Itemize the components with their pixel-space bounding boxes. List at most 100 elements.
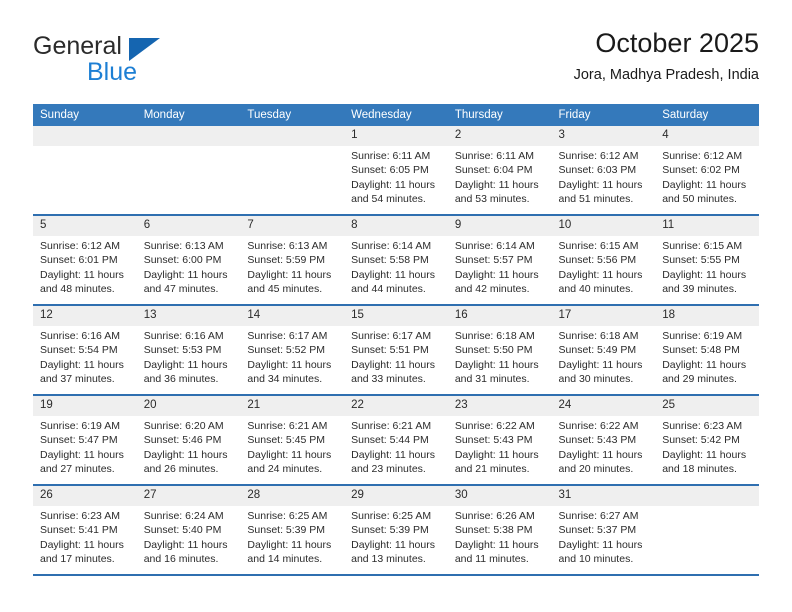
calendar-day-cell[interactable]: 26 Sunrise: 6:23 AM Sunset: 5:41 PM Dayligh…: [33, 485, 137, 576]
calendar-day-cell[interactable]: 19 Sunrise: 6:19 AM Sunset: 5:47 PM Dayligh…: [33, 395, 137, 486]
sunrise-time: Sunrise: 6:19 AM: [40, 420, 120, 432]
calendar-day-cell[interactable]: [240, 126, 345, 216]
daylight-duration-line2: and 24 minutes.: [247, 462, 323, 475]
calendar-day-cell[interactable]: 27 Sunrise: 6:24 AM Sunset: 5:40 PM Dayligh…: [136, 485, 241, 576]
sunset-time: Sunset: 5:56 PM: [558, 254, 637, 267]
day-details: Sunrise: 6:25 AM Sunset: 5:39 PM Daylight:…: [344, 506, 448, 566]
daylight-duration-line1: Daylight: 11 hours: [454, 178, 539, 191]
calendar-day-cell[interactable]: 14 Sunrise: 6:17 AM Sunset: 5:52 PM Dayligh…: [240, 305, 345, 396]
calendar-day-cell[interactable]: [136, 126, 241, 216]
day-details: Sunrise: 6:17 AM Sunset: 5:52 PM Daylight:…: [240, 326, 344, 386]
daylight-duration-line2: and 11 minutes.: [454, 552, 529, 565]
daylight-duration-line1: Daylight: 11 hours: [454, 448, 539, 461]
day-number: 3: [551, 126, 656, 146]
calendar-day-cell[interactable]: [33, 126, 137, 216]
calendar-day-cell[interactable]: 6 Sunrise: 6:13 AM Sunset: 6:00 PM Daylight…: [136, 215, 241, 306]
calendar-day-cell[interactable]: 16 Sunrise: 6:18 AM Sunset: 5:50 PM Dayligh…: [447, 305, 552, 396]
day-number: 24: [551, 396, 656, 416]
calendar-day-cell[interactable]: 10 Sunrise: 6:15 AM Sunset: 5:56 PM Dayligh…: [551, 215, 656, 306]
daylight-duration-line2: and 36 minutes.: [143, 372, 219, 385]
calendar-day-cell[interactable]: 23 Sunrise: 6:22 AM Sunset: 5:43 PM Dayligh…: [447, 395, 552, 486]
daylight-duration-line2: and 16 minutes.: [143, 552, 219, 565]
sunset-time: Sunset: 6:00 PM: [143, 254, 222, 267]
day-number: 10: [551, 216, 656, 236]
sunrise-time: Sunrise: 6:25 AM: [351, 510, 432, 522]
generalblue-logo[interactable]: General Blue: [33, 32, 168, 88]
day-details: Sunrise: 6:18 AM Sunset: 5:50 PM Daylight:…: [448, 326, 552, 386]
sunrise-time: Sunrise: 6:12 AM: [558, 150, 639, 162]
sunrise-time: Sunrise: 6:11 AM: [351, 150, 431, 162]
day-details: Sunrise: 6:21 AM Sunset: 5:45 PM Daylight:…: [240, 416, 344, 476]
day-number: 27: [136, 486, 241, 506]
calendar-day-cell[interactable]: 15 Sunrise: 6:17 AM Sunset: 5:51 PM Dayligh…: [344, 305, 448, 396]
day-details: Sunrise: 6:14 AM Sunset: 5:57 PM Daylight:…: [448, 236, 552, 296]
calendar-day-cell[interactable]: 3 Sunrise: 6:12 AM Sunset: 6:03 PM Daylight…: [551, 126, 656, 216]
daylight-duration-line1: Daylight: 11 hours: [143, 268, 228, 281]
sunrise-time: Sunrise: 6:26 AM: [454, 510, 535, 522]
calendar-day-cell[interactable]: 13 Sunrise: 6:16 AM Sunset: 5:53 PM Dayligh…: [136, 305, 241, 396]
day-number: 6: [136, 216, 241, 236]
day-number: 2: [447, 126, 552, 146]
day-number: [33, 126, 137, 146]
calendar-day-cell[interactable]: 25 Sunrise: 6:23 AM Sunset: 5:42 PM Dayligh…: [655, 395, 759, 486]
sunset-time: Sunset: 6:04 PM: [454, 164, 533, 177]
sunset-time: Sunset: 5:47 PM: [40, 434, 118, 447]
day-number: 4: [655, 126, 759, 146]
calendar-day-cell[interactable]: 9 Sunrise: 6:14 AM Sunset: 5:57 PM Daylight…: [447, 215, 552, 306]
daylight-duration-line2: and 31 minutes.: [454, 372, 530, 385]
calendar-day-cell[interactable]: 22 Sunrise: 6:21 AM Sunset: 5:44 PM Dayligh…: [344, 395, 448, 486]
sunset-time: Sunset: 5:44 PM: [351, 434, 429, 447]
day-details: Sunrise: 6:22 AM Sunset: 5:43 PM Daylight:…: [448, 416, 552, 476]
calendar-day-cell[interactable]: 4 Sunrise: 6:12 AM Sunset: 6:02 PM Daylight…: [655, 126, 759, 216]
calendar-day-cell[interactable]: 11 Sunrise: 6:15 AM Sunset: 5:55 PM Dayligh…: [655, 215, 759, 306]
day-details: Sunrise: 6:27 AM Sunset: 5:37 PM Daylight:…: [552, 506, 656, 566]
daylight-duration-line2: and 27 minutes.: [40, 462, 115, 475]
weekday-header-saturday: Saturday: [655, 104, 759, 126]
calendar-day-cell[interactable]: 17 Sunrise: 6:18 AM Sunset: 5:49 PM Dayligh…: [551, 305, 656, 396]
day-number: [655, 486, 759, 506]
day-details: Sunrise: 6:22 AM Sunset: 5:43 PM Daylight:…: [552, 416, 656, 476]
day-number: 7: [240, 216, 345, 236]
calendar-day-cell[interactable]: 28 Sunrise: 6:25 AM Sunset: 5:39 PM Dayligh…: [240, 485, 345, 576]
day-details: Sunrise: 6:23 AM Sunset: 5:41 PM Daylight:…: [33, 506, 137, 566]
calendar-day-cell[interactable]: 20 Sunrise: 6:20 AM Sunset: 5:46 PM Dayligh…: [136, 395, 241, 486]
sunset-time: Sunset: 6:05 PM: [351, 164, 429, 177]
daylight-duration-line1: Daylight: 11 hours: [454, 358, 539, 371]
daylight-duration-line1: Daylight: 11 hours: [558, 538, 643, 551]
sunrise-time: Sunrise: 6:17 AM: [247, 330, 328, 342]
daylight-duration-line2: and 50 minutes.: [662, 192, 737, 205]
daylight-duration-line2: and 23 minutes.: [351, 462, 426, 475]
calendar-day-cell[interactable]: 31 Sunrise: 6:27 AM Sunset: 5:37 PM Dayligh…: [551, 485, 656, 576]
calendar-day-cell[interactable]: 1 Sunrise: 6:11 AM Sunset: 6:05 PM Daylight…: [344, 126, 448, 216]
daylight-duration-line2: and 42 minutes.: [454, 282, 530, 295]
day-details: Sunrise: 6:17 AM Sunset: 5:51 PM Daylight:…: [344, 326, 448, 386]
day-number: [136, 126, 241, 146]
calendar-day-cell[interactable]: 18 Sunrise: 6:19 AM Sunset: 5:48 PM Dayligh…: [655, 305, 759, 396]
calendar-day-cell[interactable]: 2 Sunrise: 6:11 AM Sunset: 6:04 PM Daylight…: [447, 126, 552, 216]
day-number: 13: [136, 306, 241, 326]
calendar-day-cell[interactable]: 7 Sunrise: 6:13 AM Sunset: 5:59 PM Daylight…: [240, 215, 345, 306]
calendar-day-cell[interactable]: 8 Sunrise: 6:14 AM Sunset: 5:58 PM Daylight…: [344, 215, 448, 306]
day-details: Sunrise: 6:21 AM Sunset: 5:44 PM Daylight:…: [344, 416, 448, 476]
calendar-day-cell[interactable]: 30 Sunrise: 6:26 AM Sunset: 5:38 PM Dayligh…: [447, 485, 552, 576]
daylight-duration-line2: and 51 minutes.: [558, 192, 634, 205]
sunset-time: Sunset: 5:57 PM: [454, 254, 533, 267]
calendar-week-row: 19 Sunrise: 6:19 AM Sunset: 5:47 PM Dayligh…: [33, 395, 759, 486]
brand-word-general: General: [33, 32, 122, 60]
daylight-duration-line1: Daylight: 11 hours: [143, 358, 228, 371]
sunrise-time: Sunrise: 6:24 AM: [143, 510, 224, 522]
calendar-day-cell[interactable]: 5 Sunrise: 6:12 AM Sunset: 6:01 PM Daylight…: [33, 215, 137, 306]
calendar-day-cell[interactable]: 29 Sunrise: 6:25 AM Sunset: 5:39 PM Dayligh…: [344, 485, 448, 576]
sunset-time: Sunset: 5:39 PM: [351, 524, 429, 537]
daylight-duration-line2: and 39 minutes.: [662, 282, 737, 295]
calendar-day-cell[interactable]: [655, 485, 759, 576]
calendar-day-cell[interactable]: 24 Sunrise: 6:22 AM Sunset: 5:43 PM Dayligh…: [551, 395, 656, 486]
calendar-day-cell[interactable]: 21 Sunrise: 6:21 AM Sunset: 5:45 PM Dayligh…: [240, 395, 345, 486]
day-number: 11: [655, 216, 759, 236]
sunrise-time: Sunrise: 6:14 AM: [454, 240, 535, 252]
daylight-duration-line1: Daylight: 11 hours: [40, 448, 124, 461]
sunset-time: Sunset: 5:58 PM: [351, 254, 429, 267]
sunset-time: Sunset: 5:51 PM: [351, 344, 429, 357]
day-number: 31: [551, 486, 656, 506]
calendar-day-cell[interactable]: 12 Sunrise: 6:16 AM Sunset: 5:54 PM Dayligh…: [33, 305, 137, 396]
